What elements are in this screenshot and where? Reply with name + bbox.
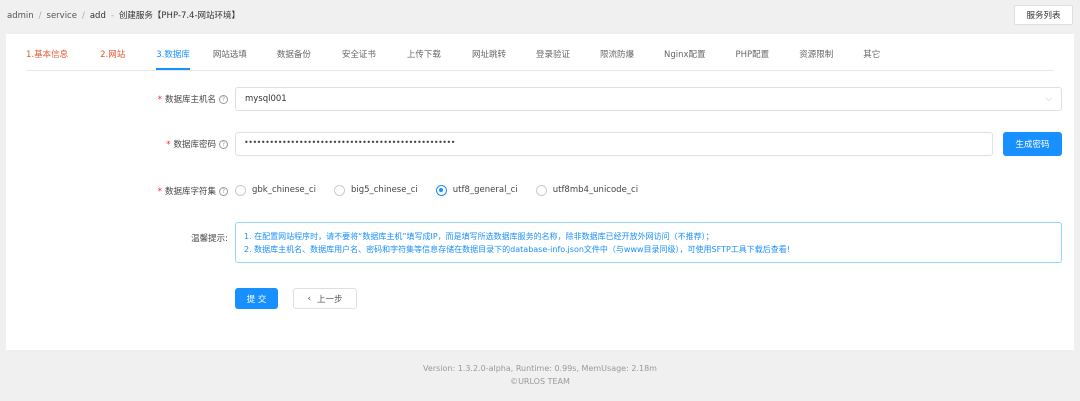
question-icon[interactable]: ? [219, 187, 228, 196]
host-select-value: mysql001 [245, 94, 287, 104]
chevron-down-icon: ⌵ [1045, 94, 1052, 104]
host-label: * 数据库主机名? [158, 93, 228, 105]
radio-big5-chinese-ci[interactable]: big5_chinese_ci [333, 184, 418, 196]
radio-gbk-chinese-ci[interactable]: gbk_chinese_ci [235, 184, 316, 196]
host-select[interactable]: mysql001 ⌵ [235, 87, 1062, 111]
tab-database[interactable]: 3.数据库 [156, 44, 190, 70]
tabs-divider [26, 70, 1054, 71]
previous-step-button[interactable]: ‹ 上一步 [293, 288, 357, 309]
tab-website-optional[interactable]: 网站选填 [213, 44, 247, 70]
tip-line-2: 2. 数据库主机名、数据库用户名、密码和字符集等信息存储在数据目录下的datab… [244, 245, 790, 254]
question-icon[interactable]: ? [219, 95, 228, 104]
required-mark: * [157, 95, 162, 105]
generate-password-button[interactable]: 生成密码 [1003, 132, 1062, 156]
radio-dot[interactable] [435, 184, 447, 196]
tab-ssl-cert[interactable]: 安全证书 [342, 44, 376, 70]
radio-utf8mb4-unicode-ci[interactable]: utf8mb4_unicode_ci [535, 184, 638, 196]
radio-dot[interactable] [235, 184, 246, 196]
service-list-button[interactable]: 服务列表 [1014, 5, 1073, 25]
tab-login-auth[interactable]: 登录验证 [536, 44, 570, 70]
breadcrumb-service[interactable]: service [47, 11, 77, 21]
radio-utf8-general-ci[interactable]: utf8_general_ci [435, 184, 518, 196]
tab-upload-download[interactable]: 上传下载 [407, 44, 441, 70]
question-icon[interactable]: ? [219, 140, 228, 149]
password-value: ••••••••••••••••••••••••••••••••••••••••… [244, 138, 455, 147]
page-title: 创建服务【PHP-7.4-网站环境】 [118, 11, 241, 21]
form-card: 1.基本信息 2.网站 3.数据库 网站选填 数据备份 安全证书 上传下载 网址… [6, 34, 1074, 350]
tab-website[interactable]: 2.网站 [100, 44, 125, 70]
breadcrumb-separator: / [38, 11, 42, 21]
tab-url-redirect[interactable]: 网址跳转 [472, 44, 506, 70]
breadcrumb-dash: - [110, 11, 114, 21]
required-mark: * [166, 140, 171, 150]
tab-nginx-config[interactable]: Nginx配置 [664, 44, 706, 70]
tab-data-backup[interactable]: 数据备份 [277, 44, 311, 70]
footer-version: Version: 1.3.2.0-alpha, Runtime: 0.99s, … [423, 364, 657, 373]
tab-php-config[interactable]: PHP配置 [736, 44, 770, 70]
breadcrumb-add: add [89, 11, 106, 21]
password-input[interactable]: ••••••••••••••••••••••••••••••••••••••••… [235, 132, 993, 156]
footer-copyright: ©URLOS TEAM [510, 377, 570, 386]
previous-step-label: 上一步 [317, 294, 343, 305]
radio-dot[interactable] [535, 184, 547, 196]
tip-line-1: 1. 在配置网站程序时，请不要将“数据库主机”填写成IP，而是填写所选数据库服务… [244, 232, 714, 241]
breadcrumb: admin / service / add - 创建服务【PHP-7.4-网站环境】 [7, 9, 240, 21]
top-bar: admin / service / add - 创建服务【PHP-7.4-网站环境】 服务列… [0, 0, 1080, 30]
breadcrumb-admin[interactable]: admin [7, 11, 34, 21]
required-mark: * [157, 187, 162, 197]
step-tabs: 1.基本信息 2.网站 3.数据库 网站选填 数据备份 安全证书 上传下载 网址… [26, 44, 880, 70]
tab-basic-info[interactable]: 1.基本信息 [26, 44, 68, 70]
tab-rate-limit[interactable]: 限流防爆 [600, 44, 634, 70]
tips-box: 1. 在配置网站程序时，请不要将“数据库主机”填写成IP，而是填写所选数据库服务… [235, 222, 1062, 263]
password-label: * 数据库密码? [166, 138, 228, 150]
breadcrumb-separator: / [81, 11, 85, 21]
tab-other[interactable]: 其它 [863, 44, 880, 70]
submit-button[interactable]: 提 交 [235, 288, 278, 309]
chevron-left-icon: ‹ [307, 293, 312, 304]
tab-resource-limit[interactable]: 资源限制 [799, 44, 833, 70]
charset-radio-group: gbk_chinese_ci big5_chinese_ci utf8_gene… [235, 183, 656, 197]
charset-label: * 数据库字符集? [158, 185, 228, 197]
radio-dot[interactable] [333, 184, 345, 196]
tips-label: 温馨提示: [191, 234, 228, 244]
footer: Version: 1.3.2.0-alpha, Runtime: 0.99s, … [0, 362, 1080, 388]
